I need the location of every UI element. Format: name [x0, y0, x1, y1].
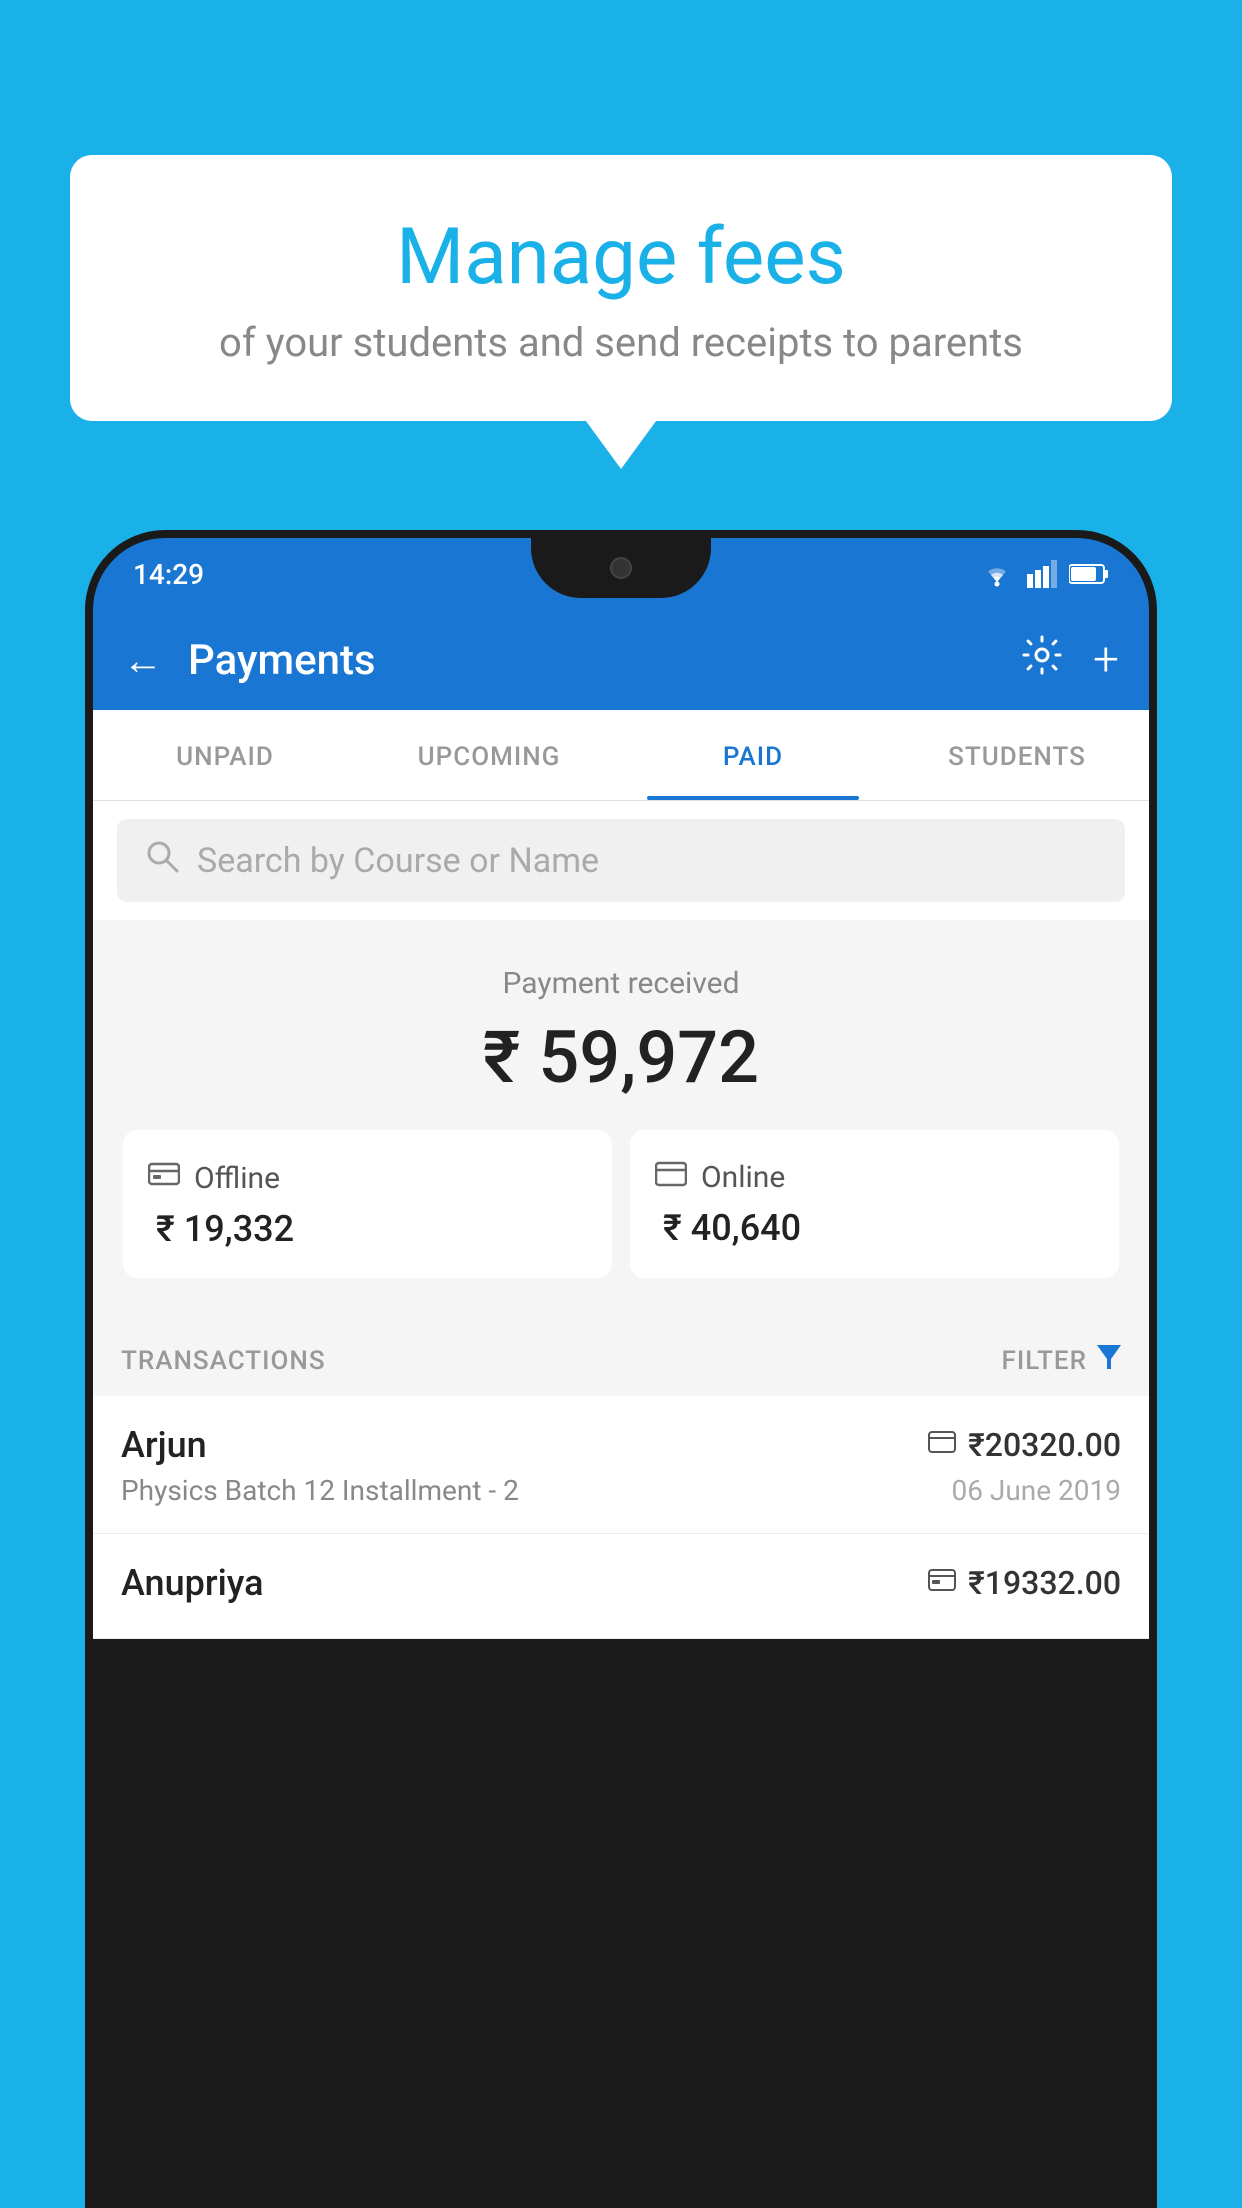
filter-label: FILTER [1002, 1346, 1087, 1376]
tab-students[interactable]: STUDENTS [885, 710, 1149, 800]
tab-paid[interactable]: PAID [621, 710, 885, 800]
wifi-icon [979, 560, 1015, 588]
phone-frame: 14:29 [85, 530, 1157, 2208]
status-bar: 14:29 [93, 538, 1149, 610]
transactions-label: TRANSACTIONS [121, 1346, 326, 1376]
offline-type: Offline [194, 1161, 280, 1196]
transaction-amount-2: ₹19332.00 [968, 1564, 1121, 1602]
transaction-name-2: Anupriya [121, 1562, 264, 1604]
battery-icon [1069, 563, 1109, 585]
back-button[interactable]: ← [123, 637, 163, 684]
search-placeholder: Search by Course or Name [197, 841, 599, 881]
online-payment-icon-1 [928, 1430, 956, 1460]
payment-amount: ₹ 59,972 [123, 1015, 1119, 1100]
transaction-date-1: 06 June 2019 [951, 1474, 1121, 1507]
speech-bubble-container: Manage fees of your students and send re… [70, 155, 1172, 421]
transaction-amount-1: ₹20320.00 [968, 1426, 1121, 1464]
app-header: ← Payments + [93, 610, 1149, 710]
status-time: 14:29 [133, 558, 204, 591]
tabs-bar: UNPAID UPCOMING PAID STUDENTS [93, 710, 1149, 801]
table-row[interactable]: Anupriya ₹19332.00 [93, 1534, 1149, 1639]
bubble-title: Manage fees [120, 215, 1122, 301]
offline-card: Offline ₹ 19,332 [123, 1130, 612, 1278]
status-icons [979, 560, 1109, 588]
payment-label: Payment received [123, 966, 1119, 1001]
phone-notch [531, 538, 711, 598]
transaction-top-1: Arjun ₹20320.00 [121, 1424, 1121, 1466]
background: Manage fees of your students and send re… [0, 0, 1242, 2208]
offline-amount: ₹ 19,332 [148, 1208, 587, 1250]
transaction-name-1: Arjun [121, 1424, 207, 1466]
page-title: Payments [188, 636, 996, 685]
signal-icon [1027, 560, 1057, 588]
app-content: Search by Course or Name Payment receive… [93, 801, 1149, 1639]
search-bar-container: Search by Course or Name [93, 801, 1149, 920]
search-icon [145, 839, 179, 882]
payment-received-section: Payment received ₹ 59,972 [93, 926, 1149, 1313]
transaction-bottom-1: Physics Batch 12 Installment - 2 06 June… [121, 1474, 1121, 1507]
online-card: Online ₹ 40,640 [630, 1130, 1119, 1278]
online-icon [655, 1160, 687, 1195]
search-bar[interactable]: Search by Course or Name [117, 819, 1125, 902]
payment-cards: Offline ₹ 19,332 [123, 1130, 1119, 1278]
table-row[interactable]: Arjun ₹20320.00 Physics Batch 12 Install… [93, 1396, 1149, 1534]
transaction-amount-wrapper-2: ₹19332.00 [928, 1564, 1121, 1602]
online-amount: ₹ 40,640 [655, 1207, 1094, 1249]
add-button[interactable]: + [1093, 633, 1119, 687]
settings-icon[interactable] [1021, 634, 1063, 686]
transaction-course-1: Physics Batch 12 Installment - 2 [121, 1474, 519, 1507]
online-type: Online [701, 1160, 785, 1195]
online-card-header: Online [655, 1160, 1094, 1195]
camera-dot [610, 557, 632, 579]
filter-button[interactable]: FILTER [1002, 1345, 1121, 1376]
transaction-top-2: Anupriya ₹19332.00 [121, 1562, 1121, 1604]
offline-card-header: Offline [148, 1160, 587, 1196]
tab-unpaid[interactable]: UNPAID [93, 710, 357, 800]
filter-icon [1097, 1345, 1121, 1376]
speech-bubble: Manage fees of your students and send re… [70, 155, 1172, 421]
transaction-amount-wrapper-1: ₹20320.00 [928, 1426, 1121, 1464]
transactions-header: TRANSACTIONS FILTER [93, 1321, 1149, 1396]
tab-upcoming[interactable]: UPCOMING [357, 710, 621, 800]
offline-payment-icon-2 [928, 1568, 956, 1598]
header-icons: + [1021, 633, 1119, 687]
offline-icon [148, 1160, 180, 1196]
bubble-subtitle: of your students and send receipts to pa… [120, 319, 1122, 366]
